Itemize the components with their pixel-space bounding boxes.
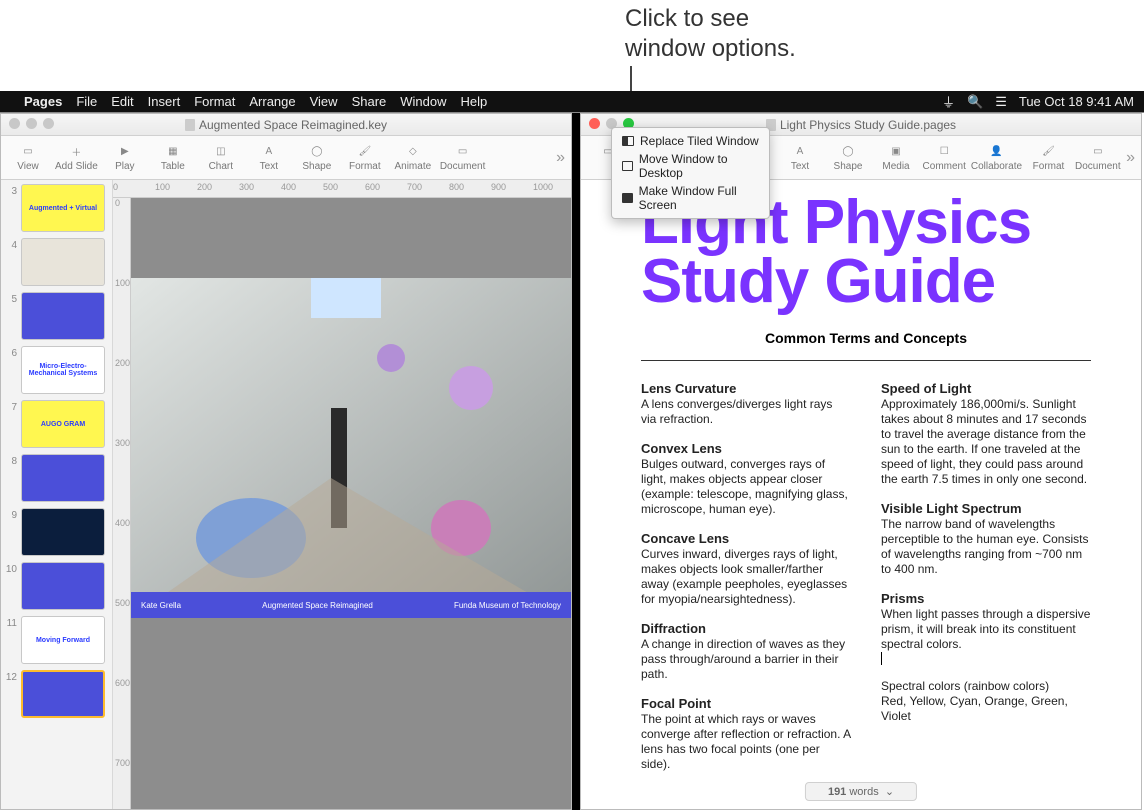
close-button[interactable] xyxy=(9,118,20,129)
tool-document[interactable]: ▭Document xyxy=(1076,143,1121,172)
term-block[interactable]: Lens CurvatureA lens converges/diverges … xyxy=(641,381,851,427)
wifi-icon[interactable]: ⏚ xyxy=(942,92,955,111)
tool-collaborate[interactable]: 👤Collaborate xyxy=(971,143,1021,172)
control-center-icon[interactable]: ☰ xyxy=(995,94,1007,110)
window-icon xyxy=(622,161,633,171)
text-cursor xyxy=(881,652,882,665)
tool-animate[interactable]: ◇Animate xyxy=(392,143,434,172)
slide-thumb[interactable]: 3Augmented + Virtual xyxy=(5,184,108,232)
tool-chart[interactable]: ◫Chart xyxy=(200,143,242,172)
slide-number: 12 xyxy=(5,670,17,683)
fullscreen-icon xyxy=(622,193,633,203)
doc-column-2[interactable]: Speed of LightApproximately 186,000mi/s.… xyxy=(881,381,1091,786)
slide-number: 8 xyxy=(5,454,17,467)
tool-view[interactable]: ▭View xyxy=(7,143,49,172)
tool-text[interactable]: AText xyxy=(248,143,290,172)
slide-thumb[interactable]: 6Micro-Electro-Mechanical Systems xyxy=(5,346,108,394)
term-block[interactable]: Focal PointThe point at which rays or wa… xyxy=(641,696,851,772)
left-toolbar: ▭View ＋Add Slide ▶Play ▦Table ◫Chart ATe… xyxy=(1,136,571,180)
slide-footer: Kate Grella Augmented Space Reimagined F… xyxy=(131,592,571,618)
document-area[interactable]: Light PhysicsStudy Guide Common Terms an… xyxy=(581,180,1141,809)
menu-help[interactable]: Help xyxy=(461,94,488,109)
tool-media[interactable]: ▣Media xyxy=(875,143,917,172)
slide-thumb[interactable]: 7AUGO GRAM xyxy=(5,400,108,448)
slide-number: 11 xyxy=(5,616,17,629)
slide-thumb[interactable]: 12 xyxy=(5,670,108,718)
menu-edit[interactable]: Edit xyxy=(111,94,133,109)
slide-number: 7 xyxy=(5,400,17,413)
right-window-title: Light Physics Study Guide.pages xyxy=(780,118,956,132)
slide-thumb[interactable]: 9 xyxy=(5,508,108,556)
slide-navigator[interactable]: 3Augmented + Virtual 4 5 6Micro-Electro-Mec… xyxy=(1,180,113,809)
slide-content[interactable]: Kate Grella Augmented Space Reimagined F… xyxy=(131,278,571,618)
window-options-menu: Replace Tiled Window Move Window to Desk… xyxy=(611,127,770,219)
slide-number: 10 xyxy=(5,562,17,575)
menu-insert[interactable]: Insert xyxy=(148,94,181,109)
fullscreen-button[interactable] xyxy=(43,118,54,129)
term-block[interactable]: Speed of LightApproximately 186,000mi/s.… xyxy=(881,381,1091,487)
term-block[interactable]: PrismsWhen light passes through a disper… xyxy=(881,591,1091,665)
tool-add-slide[interactable]: ＋Add Slide xyxy=(55,143,98,172)
slide-thumb[interactable]: 4 xyxy=(5,238,108,286)
slide-thumb[interactable]: 8 xyxy=(5,454,108,502)
menu-replace-tiled-window[interactable]: Replace Tiled Window xyxy=(612,132,769,150)
tool-format[interactable]: 🖌Format xyxy=(344,143,386,172)
slide-number: 5 xyxy=(5,292,17,305)
keynote-window: Augmented Space Reimagined.key ▭View ＋Ad… xyxy=(0,113,572,810)
slide-number: 4 xyxy=(5,238,17,251)
doc-rule xyxy=(641,360,1091,361)
doc-column-1[interactable]: Lens CurvatureA lens converges/diverges … xyxy=(641,381,851,786)
menu-share[interactable]: Share xyxy=(352,94,387,109)
tile-icon xyxy=(622,136,634,146)
tool-table[interactable]: ▦Table xyxy=(152,143,194,172)
menu-format[interactable]: Format xyxy=(194,94,235,109)
menu-window[interactable]: Window xyxy=(400,94,446,109)
spotlight-icon[interactable]: 🔍 xyxy=(967,94,983,110)
minimize-button[interactable] xyxy=(26,118,37,129)
tool-format[interactable]: 🖌Format xyxy=(1028,143,1070,172)
document-proxy-icon[interactable] xyxy=(185,119,195,131)
term-block[interactable]: Concave LensCurves inward, diverges rays… xyxy=(641,531,851,607)
menu-make-fullscreen[interactable]: Make Window Full Screen xyxy=(612,182,769,214)
tool-comment[interactable]: ☐Comment xyxy=(923,143,965,172)
horizontal-ruler: 01002003004005006007008009001000 xyxy=(113,180,571,198)
slide-canvas[interactable]: 01002003004005006007008009001000 0100200… xyxy=(113,180,571,809)
close-button[interactable] xyxy=(589,118,600,129)
term-block[interactable]: Convex LensBulges outward, converges ray… xyxy=(641,441,851,517)
tool-shape[interactable]: ◯Shape xyxy=(296,143,338,172)
slide-number: 9 xyxy=(5,508,17,521)
toolbar-overflow-icon[interactable]: » xyxy=(1126,149,1135,167)
macos-menubar: Pages File Edit Insert Format Arrange Vi… xyxy=(0,91,1144,113)
left-window-title: Augmented Space Reimagined.key xyxy=(199,118,387,132)
app-menu[interactable]: Pages xyxy=(24,94,62,109)
tool-text[interactable]: AText xyxy=(779,143,821,172)
annotation-text: Click to see window options. xyxy=(625,4,796,64)
doc-subtitle[interactable]: Common Terms and Concepts xyxy=(641,330,1091,346)
toolbar-overflow-icon[interactable]: » xyxy=(556,149,565,167)
tool-play[interactable]: ▶Play xyxy=(104,143,146,172)
menubar-clock[interactable]: Tue Oct 18 9:41 AM xyxy=(1019,94,1134,109)
slide-number: 3 xyxy=(5,184,17,197)
term-block[interactable]: Visible Light SpectrumThe narrow band of… xyxy=(881,501,1091,577)
term-block[interactable]: Spectral colors (rainbow colors) Red, Ye… xyxy=(881,679,1091,724)
slide-number: 6 xyxy=(5,346,17,359)
vertical-ruler: 0100200300400500600700 xyxy=(113,198,131,809)
menu-arrange[interactable]: Arrange xyxy=(249,94,295,109)
slide-thumb[interactable]: 10 xyxy=(5,562,108,610)
term-block[interactable]: DiffractionA change in direction of wave… xyxy=(641,621,851,682)
left-titlebar: Augmented Space Reimagined.key xyxy=(1,114,571,136)
slide-thumb[interactable]: 11Moving Forward xyxy=(5,616,108,664)
split-view-divider[interactable] xyxy=(572,113,580,810)
word-count-pill[interactable]: 191 words ⌄ xyxy=(805,782,917,801)
tool-document[interactable]: ▭Document xyxy=(440,143,486,172)
menu-move-to-desktop[interactable]: Move Window to Desktop xyxy=(612,150,769,182)
slide-thumb[interactable]: 5 xyxy=(5,292,108,340)
menu-file[interactable]: File xyxy=(76,94,97,109)
menu-view[interactable]: View xyxy=(310,94,338,109)
tool-shape[interactable]: ◯Shape xyxy=(827,143,869,172)
